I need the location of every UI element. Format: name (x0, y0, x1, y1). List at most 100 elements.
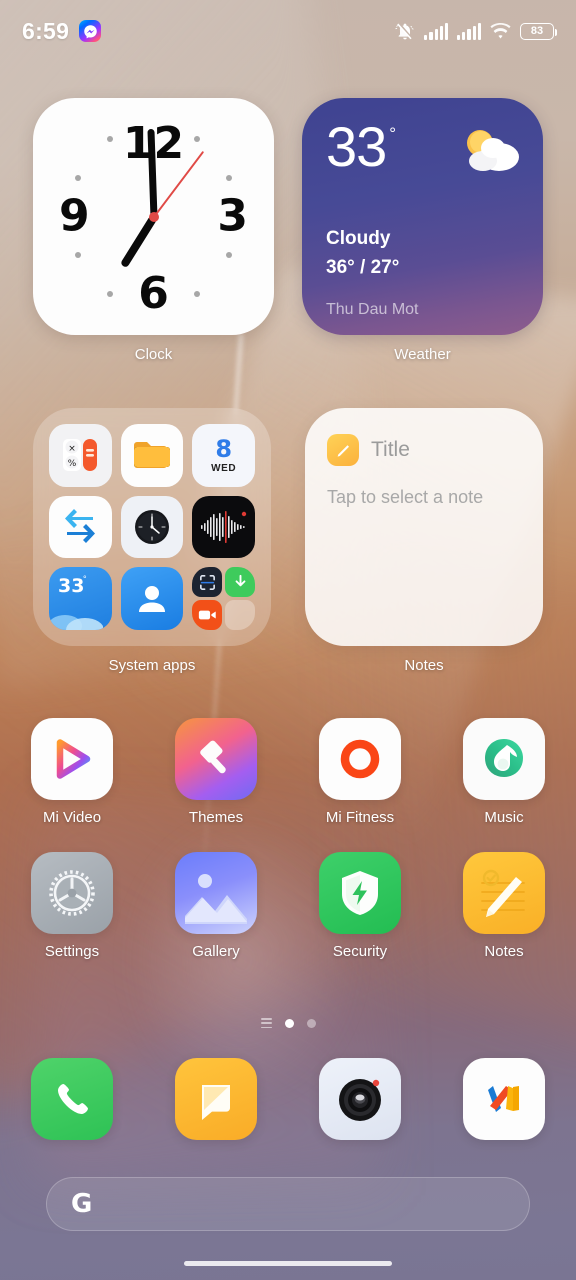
calendar-day: 8 (215, 434, 233, 463)
app-label: Mi Video (42, 809, 102, 826)
app-group-grid (192, 567, 255, 630)
weather-tile-temperature: 33 (58, 575, 85, 598)
calculator-icon[interactable]: × % (49, 424, 112, 487)
weather-temperature: 33 (326, 115, 387, 178)
transfer-arrows-icon[interactable] (49, 495, 112, 559)
camera-lens-icon (319, 1058, 401, 1140)
svg-text:×: × (69, 444, 77, 454)
weather-widget-label: Weather (394, 346, 451, 363)
paint-brush-icon (175, 718, 257, 800)
search-input[interactable] (92, 1195, 505, 1213)
page-dot-2[interactable] (306, 1018, 316, 1028)
empty-icon (225, 600, 255, 630)
phone-handset-icon (31, 1058, 113, 1140)
clock-widget[interactable]: 12 3 6 9 (33, 98, 274, 335)
weather-widget-cell: 33 ° Cloudy 36° / 27° Thu Dau Mot Weathe… (302, 98, 543, 363)
app-group-icon[interactable] (192, 567, 255, 630)
clock-number-6: 6 (138, 268, 169, 319)
status-bar-left: 6:59 (22, 17, 102, 45)
system-apps-folder-label: System apps (108, 657, 196, 674)
app-row-1: Mi Video Themes Mi Fitness Music (24, 718, 552, 826)
app-notes[interactable]: Notes (456, 852, 552, 960)
download-arrow-icon[interactable] (225, 567, 255, 598)
app-label: Music (484, 809, 524, 826)
status-bar: 6:59 83 (0, 0, 576, 62)
clock-number-3: 3 (217, 189, 248, 241)
app-label: Notes (484, 943, 524, 960)
app-security[interactable]: Security (312, 852, 408, 960)
widget-row-second: × % 8 WED 33 ° System apps Title Tap to … (0, 408, 576, 674)
clock-tick-4 (226, 252, 232, 258)
dock-app-camera[interactable] (312, 1058, 408, 1140)
note-pencil-icon (327, 434, 359, 466)
clock-tick-1 (194, 136, 200, 142)
shield-bolt-icon (319, 852, 401, 934)
battery-indicator: 83 (520, 22, 558, 40)
calendar-weekday: WED (211, 462, 237, 474)
notes-widget-title: Title (371, 438, 410, 461)
app-label: Themes (188, 809, 244, 826)
weather-tile-degree: ° (83, 574, 87, 585)
app-label: Security (332, 943, 388, 960)
gear-icon (31, 852, 113, 934)
clock-tick-5 (194, 291, 200, 297)
wifi-icon (490, 22, 511, 40)
widget-row-top: 12 3 6 9 Clock 33 (0, 98, 576, 363)
clock-center-pin (148, 211, 159, 222)
dock-app-mi-apps[interactable] (456, 1058, 552, 1140)
dock-app-messages[interactable] (168, 1058, 264, 1140)
status-bar-clock: 6:59 (22, 17, 70, 44)
music-note-icon (463, 718, 545, 800)
app-music[interactable]: Music (456, 718, 552, 826)
app-settings[interactable]: Settings (24, 852, 120, 960)
notes-widget[interactable]: Title Tap to select a note (305, 408, 543, 646)
clock-tick-7 (107, 291, 113, 297)
weather-degree-symbol: ° (389, 124, 397, 143)
notes-widget-placeholder: Tap to select a note (327, 487, 484, 507)
home-gesture-bar[interactable] (184, 1261, 392, 1266)
clock-tick-8 (75, 252, 81, 258)
scan-frame-icon[interactable] (192, 567, 223, 598)
system-apps-folder-cell: × % 8 WED 33 ° System apps (33, 408, 271, 674)
partly-cloudy-icon (455, 126, 523, 174)
clock-tick-10 (75, 175, 81, 181)
weather-widget[interactable]: 33 ° Cloudy 36° / 27° Thu Dau Mot (302, 98, 543, 335)
person-icon[interactable] (120, 567, 184, 630)
app-grid: Mi Video Themes Mi Fitness Music Setting… (0, 718, 576, 960)
app-label: Settings (44, 943, 100, 960)
analog-clock-icon[interactable] (120, 495, 184, 559)
ring-icon (319, 718, 401, 800)
app-label: Mi Fitness (325, 809, 395, 826)
waveform-icon[interactable] (192, 495, 255, 559)
system-apps-folder[interactable]: × % 8 WED 33 ° (33, 408, 271, 646)
folder-icon[interactable] (120, 424, 184, 487)
page-dot-1[interactable] (284, 1018, 294, 1028)
google-g-icon: G (71, 1189, 93, 1219)
dock-app-phone[interactable] (24, 1058, 120, 1140)
notes-widget-label: Notes (404, 657, 444, 674)
app-gallery[interactable]: Gallery (168, 852, 264, 960)
notes-widget-header: Title (327, 434, 521, 466)
weather-tile-icon[interactable]: 33 ° (49, 567, 112, 630)
list-lines-icon[interactable] (260, 1018, 272, 1029)
svg-text:%: % (68, 459, 77, 469)
status-bar-right: 83 (395, 22, 558, 41)
clock-tick-2 (226, 175, 232, 181)
app-mi-video[interactable]: Mi Video (24, 718, 120, 826)
clock-tick-11 (107, 136, 113, 142)
app-label: Gallery (192, 943, 240, 960)
page-indicator (0, 1018, 576, 1029)
message-bubble-icon (175, 1058, 257, 1140)
battery-level-text: 83 (530, 24, 544, 37)
calendar-icon[interactable]: 8 WED (192, 424, 255, 487)
clock-number-9: 9 (59, 189, 90, 241)
photo-icon (175, 852, 257, 934)
weather-location: Thu Dau Mot (326, 300, 419, 318)
play-triangle-icon (31, 718, 113, 800)
app-mi-fitness[interactable]: Mi Fitness (312, 718, 408, 826)
google-search-bar[interactable]: G (46, 1177, 530, 1231)
messenger-icon (79, 20, 102, 42)
app-themes[interactable]: Themes (168, 718, 264, 826)
video-camera-icon[interactable] (192, 600, 223, 630)
notepad-pencil-icon (463, 852, 545, 934)
